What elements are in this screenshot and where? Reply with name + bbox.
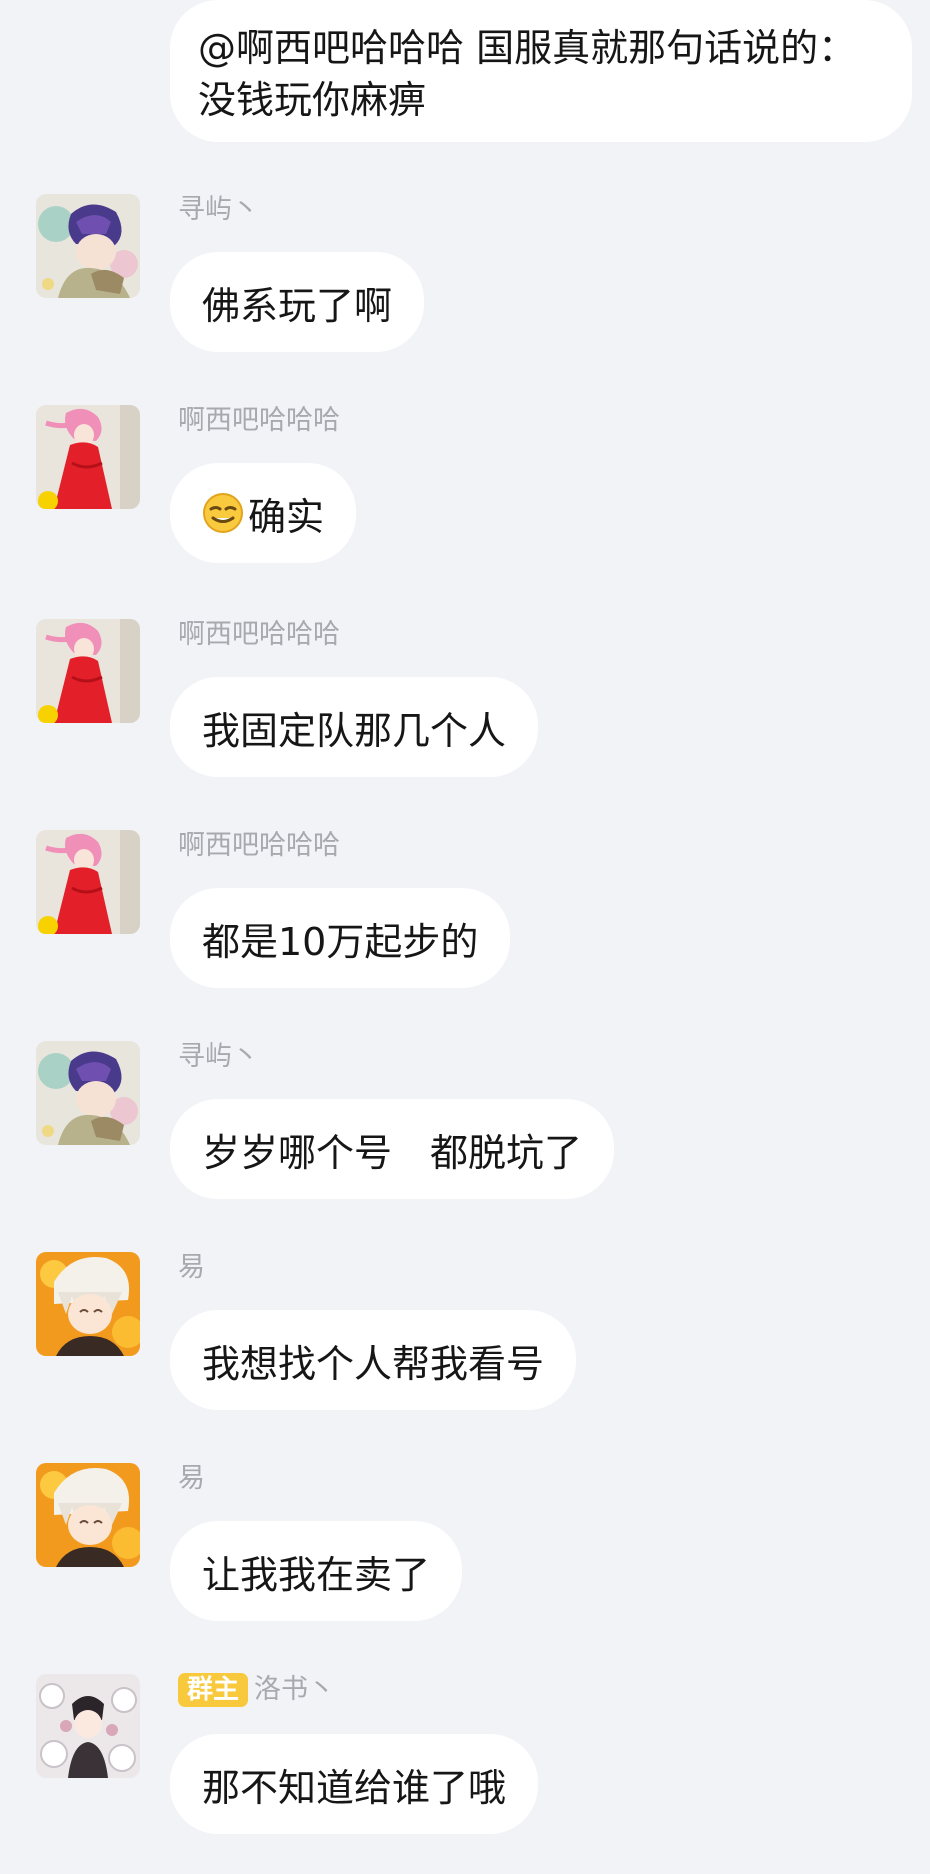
group-owner-badge: 群主 <box>178 1673 249 1707</box>
message-text: 都是10万起步的 <box>202 919 479 964</box>
message-text: 岁岁哪个号 都脱坑了 <box>202 1130 583 1175</box>
sender-name[interactable]: 寻屿丶 <box>178 192 259 228</box>
message-bubble[interactable]: 佛系玩了啊 <box>170 252 425 352</box>
sender-name[interactable]: 啊西吧哈哈哈 <box>178 828 340 864</box>
chat-message-list[interactable]: @啊西吧哈哈哈 国服真就那句话说的：没钱玩你麻痹 寻屿丶 佛系玩了啊 啊西吧哈哈… <box>0 0 930 1874</box>
anime-characters-group-avatar[interactable] <box>36 1674 140 1778</box>
message-bubble[interactable]: 确实 <box>170 463 357 563</box>
message-text: 佛系玩了啊 <box>202 283 393 328</box>
message-bubble[interactable]: 我想找个人帮我看号 <box>170 1310 577 1410</box>
sender-row: 寻屿丶 <box>178 1039 259 1075</box>
sender-row: 啊西吧哈哈哈 <box>178 403 340 439</box>
anime-boy-white-hair-avatar[interactable] <box>36 1252 140 1356</box>
sender-name[interactable]: 啊西吧哈哈哈 <box>178 403 340 439</box>
message-text: 确实 <box>248 494 325 539</box>
sender-row: 易 <box>178 1461 205 1497</box>
smirk-face-icon <box>202 492 244 534</box>
sender-row: 易 <box>178 1250 205 1286</box>
sender-row: 群主 洛书丶 <box>178 1672 335 1708</box>
message-bubble[interactable]: 让我我在卖了 <box>170 1521 463 1621</box>
sender-name[interactable]: 寻屿丶 <box>178 1039 259 1075</box>
message-bubble[interactable]: 都是10万起步的 <box>170 888 511 988</box>
anime-boy-white-hair-avatar[interactable] <box>36 1463 140 1567</box>
anime-girl-pink-hair-red-dress-avatar[interactable] <box>36 830 140 934</box>
sender-name[interactable]: 啊西吧哈哈哈 <box>178 617 340 653</box>
message-bubble[interactable]: 岁岁哪个号 都脱坑了 <box>170 1099 615 1199</box>
sender-name[interactable]: 洛书丶 <box>254 1672 335 1708</box>
sender-row: 啊西吧哈哈哈 <box>178 828 340 864</box>
message-bubble[interactable]: @啊西吧哈哈哈 国服真就那句话说的：没钱玩你麻痹 <box>170 0 912 142</box>
message-text: 那不知道给谁了哦 <box>202 1765 507 1810</box>
sender-name[interactable]: 易 <box>178 1461 205 1497</box>
message-text: 我想找个人帮我看号 <box>202 1341 545 1386</box>
message-text: 我固定队那几个人 <box>202 708 507 753</box>
message-text: 让我我在卖了 <box>202 1552 431 1597</box>
sender-row: 寻屿丶 <box>178 192 259 228</box>
message-bubble[interactable]: 那不知道给谁了哦 <box>170 1734 539 1834</box>
anime-girl-pink-hair-red-dress-avatar[interactable] <box>36 405 140 509</box>
sender-name[interactable]: 易 <box>178 1250 205 1286</box>
sender-row: 啊西吧哈哈哈 <box>178 617 340 653</box>
anime-girl-pink-hair-red-dress-avatar[interactable] <box>36 619 140 723</box>
anime-boy-purple-hair-avatar[interactable] <box>36 1041 140 1145</box>
message-bubble[interactable]: 我固定队那几个人 <box>170 677 539 777</box>
message-text: @啊西吧哈哈哈 国服真就那句话说的：没钱玩你麻痹 <box>198 26 857 122</box>
anime-boy-purple-hair-avatar[interactable] <box>36 194 140 298</box>
